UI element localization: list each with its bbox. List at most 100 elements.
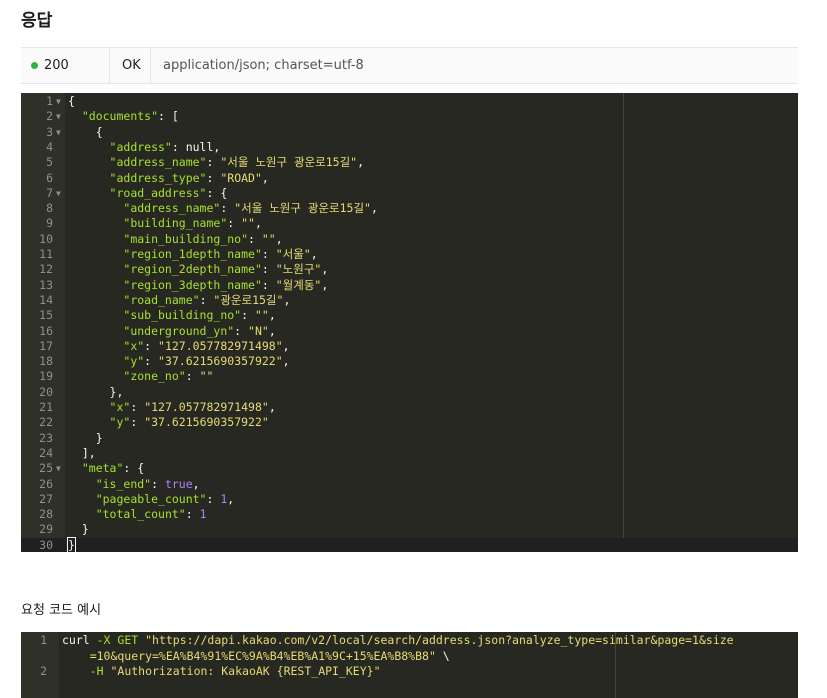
code-text: "documents": [ [81, 109, 179, 124]
code-line: 29 } [21, 522, 798, 537]
code-text: { [68, 94, 75, 108]
code-line: 20 }, [21, 385, 798, 400]
line-number: 7 [46, 185, 53, 200]
code-text: "main_building_no": "", [123, 231, 283, 246]
content-type: application/json; charset=utf-8 [163, 58, 364, 73]
code-text: "meta": { [81, 461, 145, 476]
code-text: "y": "37.6215690357922", [123, 354, 290, 369]
code-text: "address_name": "서울 노원구 광운로15길", [123, 201, 378, 216]
line-number: 14 [39, 292, 53, 307]
code-text: "region_3depth_name": "월계동", [123, 277, 329, 292]
code-line: 11 "region_1depth_name": "서울", [21, 247, 798, 262]
line-number: 2 [46, 109, 53, 124]
code-line: 10 "main_building_no": "", [21, 232, 798, 247]
response-title: 응답 [21, 11, 53, 31]
code-line: 21 "x": "127.057782971498", [21, 400, 798, 415]
code-text: ], [68, 445, 96, 460]
code-line: 30} [21, 536, 798, 552]
code-text: }, [68, 384, 124, 399]
line-number: 8 [46, 201, 53, 216]
code-line: 24 ], [21, 446, 798, 461]
code-text: "road_name": "광운로15길", [123, 292, 291, 307]
code-text: "x": "127.057782971498", [109, 400, 276, 414]
line-number: 1 [46, 94, 53, 108]
line-number: 15 [39, 308, 53, 323]
code-line: 28 "total_count": 1 [21, 507, 798, 522]
line-number: 19 [39, 369, 53, 384]
code-line: 16 "underground_yn": "N", [21, 324, 798, 339]
line-number: 21 [39, 400, 53, 414]
code-line: 6 "address_type": "ROAD", [21, 171, 798, 186]
code-line: 26 "is_end": true, [21, 477, 798, 492]
line-number: 18 [39, 354, 53, 369]
code-text: "building_name": "", [123, 216, 262, 231]
line-number: 25 [39, 461, 53, 476]
code-line: 18 "y": "37.6215690357922", [21, 354, 798, 369]
code-text: } [68, 430, 103, 445]
fold-toggle-icon[interactable]: ▼ [56, 461, 61, 476]
fold-toggle-icon[interactable]: ▼ [56, 186, 61, 201]
status-code: 200 [44, 58, 69, 73]
code-text: "region_2depth_name": "노원구", [123, 262, 329, 277]
code-line: 23 } [21, 431, 798, 446]
fold-toggle-icon[interactable]: ▼ [56, 94, 61, 109]
line-number: 9 [46, 216, 53, 231]
code-text: "is_end": true, [95, 476, 200, 491]
line-number: 24 [39, 445, 53, 460]
code-line: 13 "region_3depth_name": "월계동", [21, 278, 798, 293]
fold-toggle-icon[interactable]: ▼ [56, 109, 61, 124]
line-number: 3 [46, 124, 53, 139]
code-text: "x": "127.057782971498", [123, 338, 290, 353]
code-line: 27 "pageable_count": 1, [21, 492, 798, 507]
code-text: "pageable_count": 1, [95, 491, 235, 506]
code-text: "underground_yn": "N", [123, 323, 276, 338]
code-line: 25 ▼ "meta": { [21, 461, 798, 476]
line-number: 28 [39, 507, 53, 522]
code-text: "address": null, [109, 139, 221, 154]
line-number: 29 [39, 522, 53, 537]
line-number: 16 [39, 323, 53, 338]
fold-toggle-icon[interactable]: ▼ [56, 125, 61, 140]
code-line: 14 "road_name": "광운로15길", [21, 293, 798, 308]
code-text: "address_name": "서울 노원구 광운로15길", [109, 155, 365, 170]
status-dot-icon [31, 62, 38, 69]
code-text: "y": "37.6215690357922" [109, 415, 269, 430]
code-line: 8 "address_name": "서울 노원구 광운로15길", [21, 201, 798, 216]
example-title: 요청 코드 예시 [21, 603, 102, 618]
line-number: 11 [39, 247, 53, 261]
code-text: "address_type": "ROAD", [109, 170, 269, 185]
code-line: 12 "region_2depth_name": "노원구", [21, 262, 798, 277]
status-text-cell: OK [110, 48, 151, 83]
code-line: 5 "address_name": "서울 노원구 광운로15길", [21, 155, 798, 170]
response-code-editor[interactable]: 1 ▼{2 ▼ "documents": [3 ▼ {4 "address": nul… [21, 93, 798, 552]
line-number: 30 [39, 537, 53, 552]
code-line: 17 "x": "127.057782971498", [21, 339, 798, 354]
line-number: 27 [39, 491, 53, 506]
code-line: 4 "address": null, [21, 140, 798, 155]
code-line: 3 ▼ { [21, 125, 798, 140]
code-text: { [68, 124, 103, 139]
line-number: 5 [46, 155, 53, 170]
line-number: 12 [39, 262, 53, 277]
line-number: 26 [39, 476, 53, 491]
code-line: 9 "building_name": "", [21, 216, 798, 231]
line-number: 23 [39, 430, 53, 445]
request-code-editor[interactable]: 1 curl -X GET "https://dapi.kakao.com/v2/… [21, 632, 798, 698]
line-number: 22 [39, 415, 53, 430]
code-line: 19 "zone_no": "" [21, 369, 798, 384]
code-line: 7 ▼ "road_address": { [21, 186, 798, 201]
response-status-bar: 200 OK application/json; charset=utf-8 [21, 47, 798, 84]
code-text: "zone_no": "" [123, 369, 214, 384]
code-line: 22 "y": "37.6215690357922" [21, 415, 798, 430]
code-text: "total_count": 1 [95, 507, 207, 522]
line-number: 1 [40, 633, 47, 647]
line-number: 2 [40, 664, 47, 678]
code-line: -H "Authorization: KakaoAK {REST_API_KEY… [89, 664, 381, 678]
code-text: "road_address": { [109, 185, 228, 200]
code-text: } [67, 536, 76, 552]
code-text: } [68, 522, 89, 537]
code-text: "region_1depth_name": "서울", [123, 247, 318, 261]
line-number: 4 [46, 139, 53, 154]
line-number: 6 [46, 170, 53, 185]
code-line: 1 ▼ { [21, 94, 798, 109]
